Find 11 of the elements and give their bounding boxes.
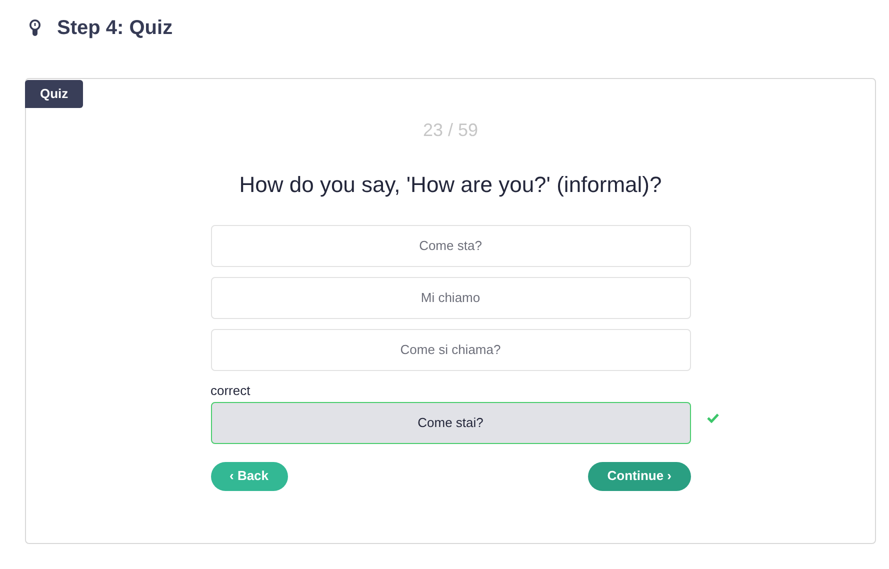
answer-option[interactable]: Come stai? bbox=[210, 402, 690, 444]
answer-status: correct bbox=[210, 382, 252, 400]
answer-option[interactable]: Mi chiamo bbox=[210, 277, 690, 319]
question-counter: 23 / 59 bbox=[422, 119, 478, 142]
lightbulb-icon bbox=[29, 19, 41, 37]
question-text: How do you say, 'How are you?' (informal)? bbox=[239, 171, 662, 199]
page-title: Step 4: Quiz bbox=[57, 16, 173, 40]
quiz-tab-label: Quiz bbox=[25, 80, 84, 108]
answer-option[interactable]: Come si chiama? bbox=[210, 329, 690, 371]
continue-button[interactable]: Continue › bbox=[588, 462, 690, 490]
answer-option[interactable]: Come sta? bbox=[210, 225, 690, 267]
